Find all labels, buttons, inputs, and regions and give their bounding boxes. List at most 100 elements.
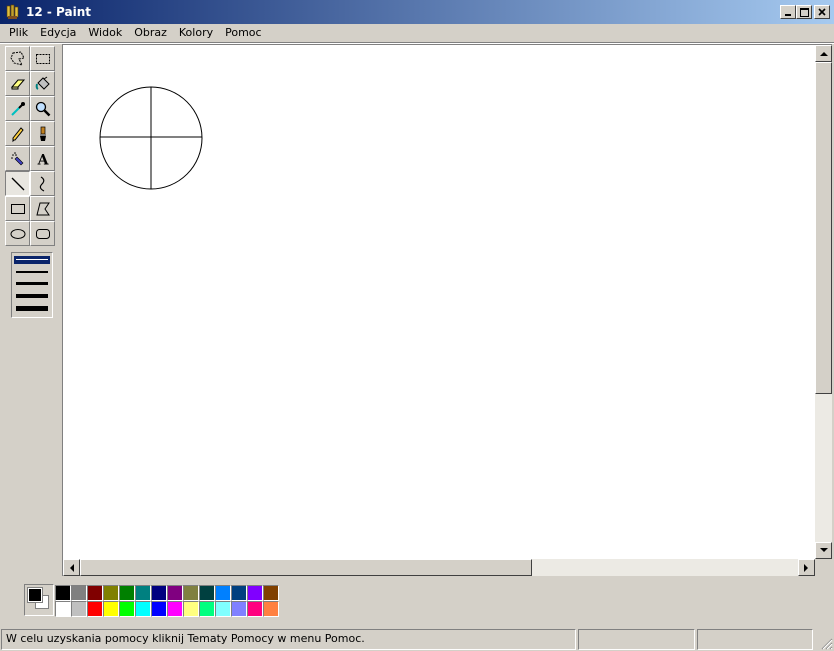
- menu-plik[interactable]: Plik: [3, 25, 34, 41]
- paint-brush-icon: [6, 4, 19, 19]
- minimize-icon: [785, 14, 791, 16]
- tool-line[interactable]: [5, 171, 30, 196]
- close-icon: [818, 8, 826, 16]
- color-swatch[interactable]: [103, 585, 119, 601]
- color-swatch[interactable]: [87, 601, 103, 617]
- scroll-left-button[interactable]: [63, 559, 80, 576]
- color-swatch[interactable]: [87, 585, 103, 601]
- close-button[interactable]: [814, 5, 830, 19]
- line-width-selected-highlight: [14, 256, 50, 264]
- curve-icon: [39, 175, 44, 192]
- tool-pick-color[interactable]: [5, 96, 30, 121]
- tool-magnifier[interactable]: [30, 96, 55, 121]
- drawing-canvas[interactable]: [63, 45, 815, 559]
- color-swatch[interactable]: [71, 585, 87, 601]
- tool-pencil[interactable]: [5, 121, 30, 146]
- menu-widok[interactable]: Widok: [82, 25, 128, 41]
- airbrush-icon: [10, 151, 23, 165]
- current-colors[interactable]: [24, 584, 54, 616]
- status-size: [697, 629, 813, 650]
- color-swatch[interactable]: [199, 601, 215, 617]
- tool-ellipse[interactable]: [5, 221, 30, 246]
- menu-kolory[interactable]: Kolory: [173, 25, 219, 41]
- resize-grip-icon[interactable]: [819, 636, 833, 650]
- drawing-surface: [99, 86, 203, 190]
- color-swatch[interactable]: [151, 601, 167, 617]
- polygon-icon: [35, 202, 50, 215]
- eraser-icon: [10, 79, 25, 89]
- tool-brush[interactable]: [30, 121, 55, 146]
- scroll-down-button[interactable]: [815, 542, 832, 559]
- drawn-circle-with-cross: [99, 86, 203, 190]
- color-palette: [55, 585, 279, 617]
- tool-eraser[interactable]: [5, 71, 30, 96]
- tool-polygon[interactable]: [30, 196, 55, 221]
- menu-pomoc[interactable]: Pomoc: [219, 25, 267, 41]
- scroll-right-button[interactable]: [798, 559, 815, 576]
- minimize-button[interactable]: [780, 5, 796, 19]
- status-bar: W celu uzyskania pomocy kliknij Tematy P…: [0, 628, 834, 651]
- color-swatch[interactable]: [103, 601, 119, 617]
- color-swatch[interactable]: [119, 585, 135, 601]
- vertical-scroll-thumb[interactable]: [815, 62, 832, 394]
- canvas-viewport: [62, 44, 832, 576]
- arrow-right-icon: [804, 563, 808, 572]
- brush-icon: [39, 126, 46, 141]
- color-swatch[interactable]: [231, 585, 247, 601]
- ellipse-icon: [10, 228, 25, 239]
- color-swatch[interactable]: [199, 585, 215, 601]
- title-bar: 12 - Paint: [0, 0, 834, 24]
- tool-fill[interactable]: [30, 71, 55, 96]
- color-swatch[interactable]: [55, 585, 71, 601]
- color-swatch[interactable]: [247, 601, 263, 617]
- color-swatch[interactable]: [231, 601, 247, 617]
- scroll-up-button[interactable]: [815, 45, 832, 62]
- tool-airbrush[interactable]: [5, 146, 30, 171]
- horizontal-scroll-thumb[interactable]: [80, 559, 532, 576]
- tool-rounded-rectangle[interactable]: [30, 221, 55, 246]
- color-swatch[interactable]: [263, 601, 279, 617]
- line-width-3[interactable]: [16, 282, 48, 285]
- tool-select[interactable]: [30, 46, 55, 71]
- line-width-2[interactable]: [16, 271, 48, 273]
- color-swatch[interactable]: [247, 585, 263, 601]
- arrow-down-icon: [819, 548, 828, 552]
- color-swatch[interactable]: [183, 601, 199, 617]
- color-swatch[interactable]: [263, 585, 279, 601]
- magnifier-icon: [35, 101, 50, 116]
- color-swatch[interactable]: [55, 601, 71, 617]
- eyedropper-icon: [10, 101, 25, 116]
- svg-text:A: A: [36, 152, 49, 168]
- tool-text[interactable]: A: [30, 146, 55, 171]
- tool-free-form-select[interactable]: [5, 46, 30, 71]
- vertical-scrollbar[interactable]: [815, 45, 832, 559]
- line-width-5[interactable]: [16, 306, 48, 311]
- window-title: 12 - Paint: [26, 5, 91, 19]
- line-width-4[interactable]: [16, 294, 48, 298]
- rectangle-icon: [10, 203, 25, 214]
- foreground-color: [27, 587, 43, 603]
- color-swatch[interactable]: [119, 601, 135, 617]
- line-width-1[interactable]: [16, 259, 48, 260]
- color-swatch[interactable]: [215, 601, 231, 617]
- menu-obraz[interactable]: Obraz: [128, 25, 173, 41]
- toolbox: A: [5, 46, 57, 318]
- color-swatch[interactable]: [135, 585, 151, 601]
- menu-bar: Plik Edycja Widok Obraz Kolory Pomoc: [0, 24, 834, 42]
- tool-rectangle[interactable]: [5, 196, 30, 221]
- color-swatch[interactable]: [71, 601, 87, 617]
- color-swatch[interactable]: [135, 601, 151, 617]
- maximize-button[interactable]: [796, 5, 812, 19]
- color-swatch[interactable]: [167, 585, 183, 601]
- menu-edycja[interactable]: Edycja: [34, 25, 82, 41]
- color-swatch[interactable]: [215, 585, 231, 601]
- color-swatch[interactable]: [183, 585, 199, 601]
- line-icon: [11, 177, 24, 190]
- color-swatch[interactable]: [151, 585, 167, 601]
- color-swatch[interactable]: [167, 601, 183, 617]
- status-help-text: W celu uzyskania pomocy kliknij Tematy P…: [1, 629, 576, 650]
- horizontal-scrollbar[interactable]: [63, 559, 815, 576]
- text-icon: A: [36, 152, 49, 168]
- tool-curve[interactable]: [30, 171, 55, 196]
- rect-select-icon: [35, 53, 50, 64]
